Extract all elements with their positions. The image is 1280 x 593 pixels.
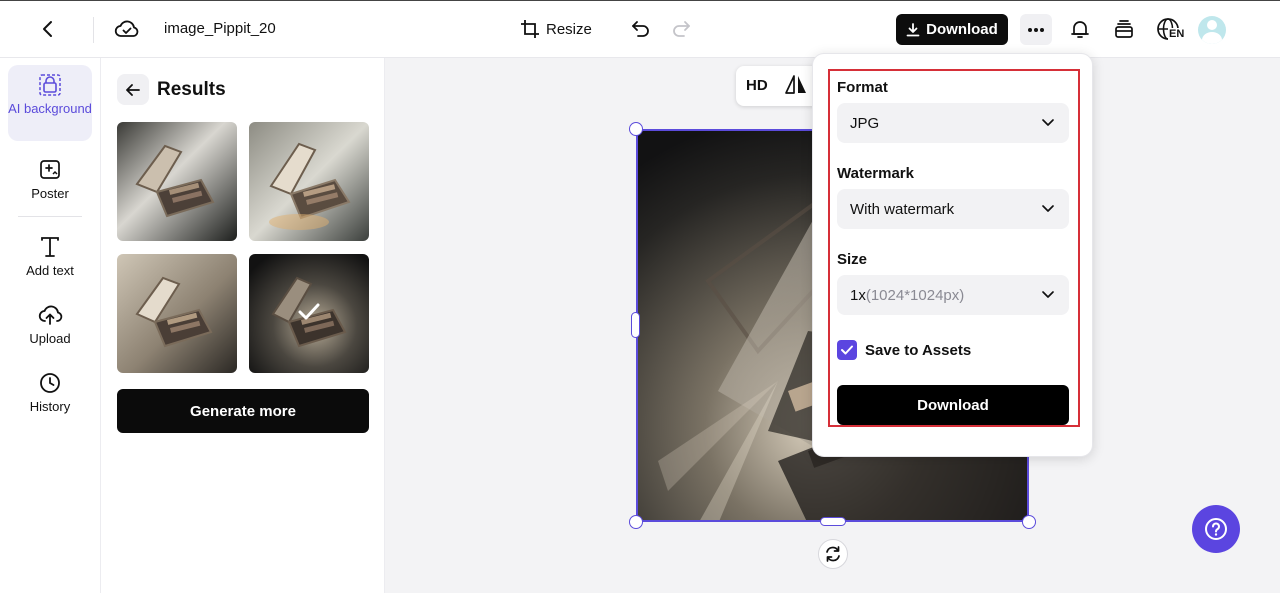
download-button[interactable]: Download — [896, 14, 1008, 45]
resize-handle-bottom-right[interactable] — [1022, 515, 1036, 529]
chevron-down-icon — [1042, 119, 1054, 126]
size-select[interactable]: 1x (1024*1024px) — [837, 275, 1069, 315]
layers-button[interactable] — [1110, 15, 1138, 43]
cloud-sync-button[interactable] — [113, 15, 141, 43]
ai-background-icon — [39, 74, 61, 96]
more-horizontal-icon — [1028, 27, 1044, 32]
sidebar-divider — [18, 216, 82, 217]
undo-icon — [632, 21, 649, 37]
resize-button[interactable]: Resize — [520, 15, 592, 43]
layers-icon — [1115, 20, 1133, 38]
help-button[interactable] — [1192, 505, 1240, 553]
sidebar-item-ai-background[interactable]: AI background — [8, 65, 92, 141]
sidebar-item-label: Upload — [29, 331, 71, 346]
sidebar-item-history[interactable]: History — [8, 371, 92, 415]
arrow-left-icon — [126, 83, 140, 96]
upload-icon — [38, 305, 63, 325]
redo-icon — [673, 21, 690, 37]
checkmark-icon — [841, 345, 853, 355]
size-label: Size — [837, 251, 868, 268]
download-label: Download — [926, 21, 998, 38]
download-icon — [906, 22, 920, 36]
history-icon — [40, 373, 60, 393]
confirm-download-button[interactable]: Download — [837, 385, 1069, 425]
size-detail: (1024*1024px) — [865, 286, 965, 304]
resize-handle-bottom[interactable] — [820, 517, 846, 526]
results-back-button[interactable] — [117, 74, 149, 105]
watermark-select[interactable]: With watermark — [837, 189, 1069, 229]
download-options-panel: Format JPG Watermark With watermark Size… — [812, 53, 1093, 457]
save-to-assets-row[interactable]: Save to Assets — [837, 340, 971, 360]
avatar-body — [1202, 32, 1222, 44]
save-to-assets-checkbox[interactable] — [837, 340, 857, 360]
palette-photo — [249, 122, 369, 241]
rotate-button[interactable] — [818, 539, 848, 569]
size-value: 1x — [850, 286, 866, 304]
results-title: Results — [157, 79, 226, 100]
result-thumbnail-4-selected[interactable] — [249, 254, 369, 373]
sidebar-item-label: History — [29, 399, 71, 414]
back-button[interactable] — [34, 15, 62, 43]
palette-photo — [117, 254, 237, 373]
watermark-value: With watermark — [850, 200, 955, 218]
chevron-down-icon — [1042, 205, 1054, 212]
result-thumbnail-1[interactable] — [117, 122, 237, 241]
tool-sidebar: AI background Poster Add text Upload His… — [0, 58, 101, 593]
bell-icon — [1071, 21, 1089, 38]
poster-icon — [40, 160, 60, 179]
format-label: Format — [837, 79, 888, 96]
result-thumbnail-2[interactable] — [249, 122, 369, 241]
chevron-down-icon — [1042, 291, 1054, 298]
generate-more-button[interactable]: Generate more — [117, 389, 369, 433]
sidebar-item-poster[interactable]: Poster — [8, 158, 92, 202]
selected-check-icon — [298, 303, 320, 320]
result-thumbnail-3[interactable] — [117, 254, 237, 373]
resize-handle-top-left[interactable] — [629, 122, 643, 136]
sidebar-item-upload[interactable]: Upload — [8, 303, 92, 347]
sidebar-item-label: AI background — [8, 101, 92, 116]
top-bar: image_Pippit_20 Resize Download EN — [0, 0, 1280, 58]
divider — [93, 17, 94, 43]
sidebar-item-label: Poster — [31, 186, 69, 201]
chevron-left-icon — [43, 21, 52, 37]
hd-button[interactable]: HD — [746, 77, 768, 94]
sidebar-item-add-text[interactable]: Add text — [8, 235, 92, 279]
undo-button[interactable] — [628, 15, 654, 43]
language-code: EN — [1168, 28, 1186, 40]
notifications-button[interactable] — [1066, 15, 1094, 43]
more-options-button[interactable] — [1020, 14, 1052, 45]
redo-button[interactable] — [668, 15, 694, 43]
language-button[interactable]: EN — [1154, 15, 1188, 45]
resize-handle-left[interactable] — [631, 312, 640, 338]
rotate-icon — [826, 546, 840, 562]
user-avatar[interactable] — [1198, 16, 1226, 44]
cloud-check-icon — [114, 20, 139, 37]
avatar-head — [1207, 20, 1217, 30]
results-panel: Results Generate more — [101, 58, 385, 593]
format-value: JPG — [850, 114, 880, 132]
watermark-label: Watermark — [837, 165, 914, 182]
resize-label: Resize — [546, 20, 592, 38]
save-to-assets-label: Save to Assets — [865, 341, 972, 359]
format-select[interactable]: JPG — [837, 103, 1069, 143]
resize-handle-bottom-left[interactable] — [629, 515, 643, 529]
resize-icon — [521, 20, 539, 38]
flip-horizontal-icon — [785, 75, 806, 94]
document-title[interactable]: image_Pippit_20 — [164, 20, 276, 37]
help-icon — [1205, 518, 1227, 540]
flip-button[interactable] — [784, 74, 810, 98]
palette-photo — [117, 122, 237, 241]
text-icon — [41, 237, 59, 257]
sidebar-item-label: Add text — [26, 263, 74, 278]
